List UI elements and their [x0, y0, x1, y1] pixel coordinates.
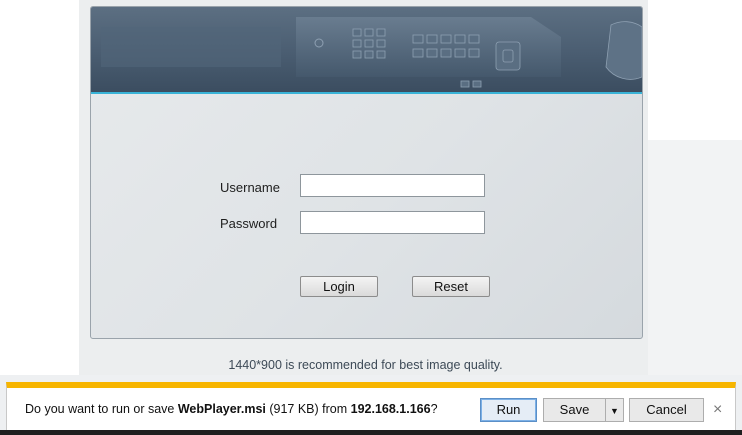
reset-button[interactable]: Reset: [412, 276, 490, 297]
page-margin-right: [648, 0, 742, 140]
download-message-suffix: ?: [430, 402, 438, 416]
page-margin-right-lower: [648, 140, 742, 375]
username-input[interactable]: [300, 174, 485, 197]
password-label: Password: [220, 216, 278, 231]
run-button[interactable]: Run: [480, 398, 537, 422]
page-margin-left: [0, 0, 79, 375]
device-banner: [91, 7, 642, 94]
save-options-button[interactable]: ▼: [605, 398, 624, 422]
resolution-recommendation: 1440*900 is recommended for best image q…: [228, 358, 503, 372]
save-button[interactable]: Save: [543, 398, 606, 422]
window-bottom-edge: [0, 430, 742, 435]
close-icon[interactable]: ×: [713, 400, 722, 420]
download-file-name: WebPlayer.msi: [177, 402, 266, 416]
username-label: Username: [220, 180, 280, 195]
download-message: Do you want to run or save WebPlayer.msi…: [25, 402, 438, 416]
download-source: 192.168.1.166: [350, 402, 431, 416]
chevron-down-icon: ▼: [610, 406, 619, 416]
password-input[interactable]: [300, 211, 485, 234]
login-button[interactable]: Login: [300, 276, 378, 297]
login-panel: Username Password Login Reset: [90, 6, 643, 339]
cancel-button[interactable]: Cancel: [629, 398, 704, 422]
download-message-prefix: Do you want to run or save: [25, 402, 178, 416]
nvr-device-illustration: [101, 17, 642, 88]
download-file-size: (917 KB) from: [265, 402, 351, 416]
download-notification-bar: Do you want to run or save WebPlayer.msi…: [6, 382, 736, 430]
